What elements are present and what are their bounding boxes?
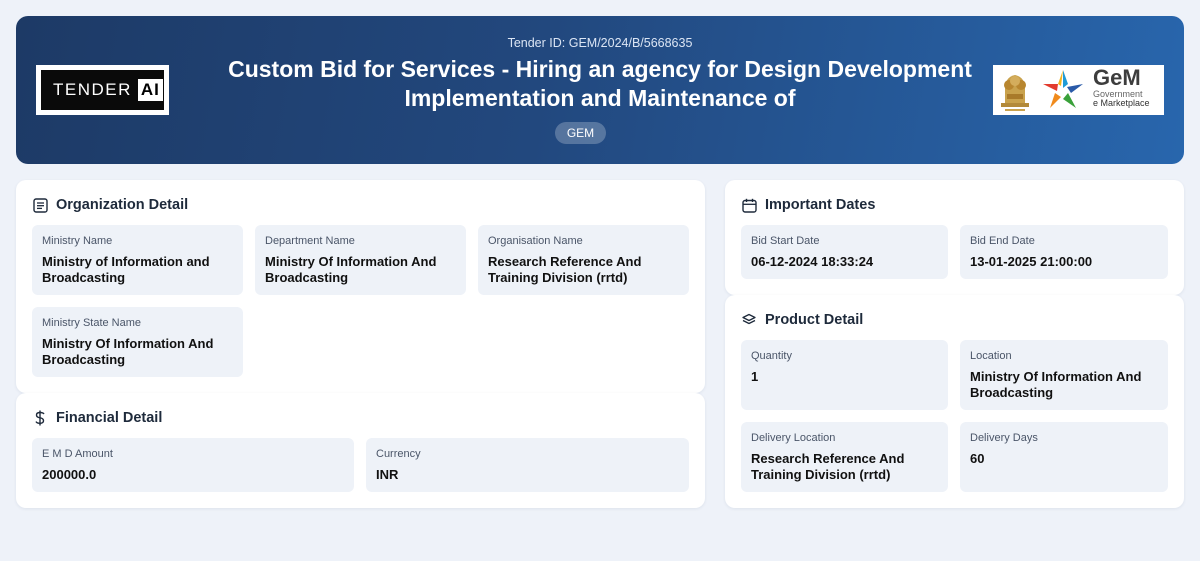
field-organisation-name: Organisation Name Research Reference And… [478,225,689,295]
layers-icon [741,312,757,328]
field-ministry-state-name: Ministry State Name Ministry Of Informat… [32,307,243,377]
financial-detail-heading: Financial Detail [32,409,162,427]
tender-header: TENDER AI Tender ID: GEM/2024/B/5668635 … [16,16,1184,164]
gem-logo-text: GeM Government e Marketplace [1093,67,1150,108]
field-label: E M D Amount [42,448,113,460]
source-badge: GEM [555,122,606,144]
field-value: 1 [751,369,759,384]
field-bid-end-date: Bid End Date 13-01-2025 21:00:00 [960,225,1168,279]
field-label: Department Name [265,235,355,247]
field-label: Delivery Days [970,432,1038,444]
gem-star-icon [1043,70,1083,108]
field-value: Ministry Of Information And Broadcasting [265,254,437,285]
important-dates-card: Important Dates Bid Start Date 06-12-202… [725,180,1184,295]
document-list-icon [32,197,48,213]
field-value: 200000.0 [42,467,97,482]
field-label: Bid Start Date [751,235,820,247]
organization-detail-heading: Organization Detail [32,196,188,214]
product-detail-card: Product Detail Quantity 1 Location Minis… [725,295,1184,508]
field-ministry-name: Ministry Name Ministry of Information an… [32,225,243,295]
field-value: Research Reference And Training Division… [488,254,642,285]
gem-logo-name: GeM [1093,65,1141,90]
national-emblem-icon [1001,75,1029,111]
product-detail-title: Product Detail [765,312,864,328]
field-delivery-location: Delivery Location Research Reference And… [741,422,948,492]
organization-detail-title: Organization Detail [56,197,189,213]
field-value: INR [376,467,399,482]
gem-logo-line2: e Marketplace [1093,98,1150,108]
field-value: Ministry Of Information And Broadcasting [42,336,214,367]
field-value: Ministry of Information and Broadcasting [42,254,210,285]
product-detail-heading: Product Detail [741,311,863,329]
field-delivery-days: Delivery Days 60 [960,422,1168,492]
dollar-icon [32,410,48,426]
field-label: Bid End Date [970,235,1035,247]
field-label: Organisation Name [488,235,583,247]
field-label: Location [970,350,1012,362]
field-label: Currency [376,448,421,460]
field-quantity: Quantity 1 [741,340,948,410]
field-value: 06-12-2024 18:33:24 [751,254,874,269]
field-value: Ministry Of Information And Broadcasting [970,369,1142,400]
field-location: Location Ministry Of Information And Bro… [960,340,1168,410]
gem-logo: GeM Government e Marketplace [993,65,1164,115]
logo-text-ai: AI [137,79,163,101]
field-label: Quantity [751,350,792,362]
field-value: 13-01-2025 21:00:00 [970,254,1093,269]
field-bid-start-date: Bid Start Date 06-12-2024 18:33:24 [741,225,948,279]
field-currency: Currency INR [366,438,689,492]
tender-ai-logo: TENDER AI [36,65,169,115]
important-dates-title: Important Dates [765,197,876,213]
field-label: Delivery Location [751,432,836,444]
field-value: Research Reference And Training Division… [751,451,905,482]
field-label: Ministry Name [42,235,113,247]
organization-detail-card: Organization Detail Ministry Name Minist… [16,180,705,393]
logo-text-tender: TENDER [53,80,132,99]
field-emd-amount: E M D Amount 200000.0 [32,438,354,492]
field-label: Ministry State Name [42,317,142,329]
financial-detail-title: Financial Detail [56,410,163,426]
tender-id: Tender ID: GEM/2024/B/5668635 [507,36,693,50]
financial-detail-card: Financial Detail E M D Amount 200000.0 C… [16,393,705,508]
important-dates-heading: Important Dates [741,196,875,214]
field-department-name: Department Name Ministry Of Information … [255,225,466,295]
tender-title: Custom Bid for Services - Hiring an agen… [228,56,972,111]
calendar-icon [741,197,757,213]
field-value: 60 [970,451,985,466]
